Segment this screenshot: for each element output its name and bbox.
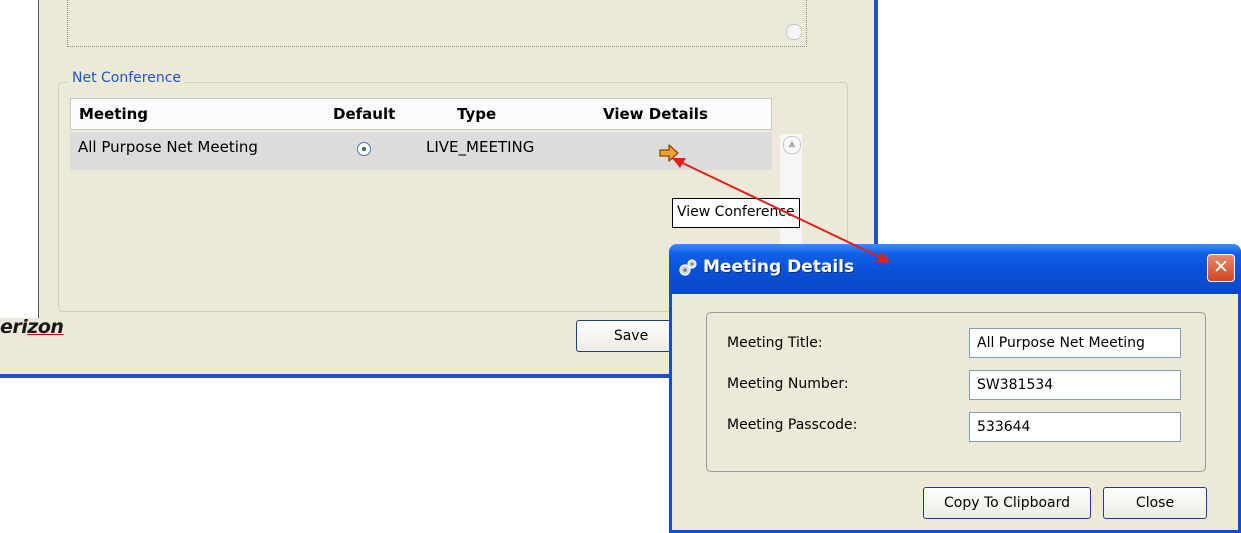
meeting-passcode-field[interactable]: 533644 xyxy=(969,412,1181,442)
close-button[interactable]: Close xyxy=(1103,487,1207,519)
copy-to-clipboard-button[interactable]: Copy To Clipboard xyxy=(923,487,1091,519)
brand-logo: erizon xyxy=(0,316,64,338)
column-header-meeting[interactable]: Meeting xyxy=(79,105,148,123)
app-icon xyxy=(679,259,697,276)
left-pane xyxy=(0,0,39,318)
grid-header: Meeting Default Type View Details xyxy=(70,98,772,130)
close-icon[interactable]: ✕ xyxy=(1207,254,1235,282)
meeting-name-cell: All Purpose Net Meeting xyxy=(78,138,258,156)
default-radio-icon[interactable] xyxy=(357,142,371,156)
fields-panel: Meeting Title: All Purpose Net Meeting M… xyxy=(706,312,1206,472)
meeting-title-field[interactable]: All Purpose Net Meeting xyxy=(969,328,1181,358)
column-header-view-details[interactable]: View Details xyxy=(603,105,708,123)
scroll-up-icon[interactable]: ▲ xyxy=(783,136,801,154)
meeting-title-label: Meeting Title: xyxy=(727,335,823,351)
net-conference-legend: Net Conference xyxy=(68,70,186,86)
table-row[interactable]: All Purpose Net Meeting LIVE_MEETING xyxy=(70,132,772,170)
column-header-default[interactable]: Default xyxy=(333,105,395,123)
meeting-passcode-label: Meeting Passcode: xyxy=(727,417,858,433)
meeting-number-label: Meeting Number: xyxy=(727,376,849,392)
dialog-title: Meeting Details xyxy=(703,257,855,277)
column-header-type[interactable]: Type xyxy=(457,105,496,123)
meeting-details-dialog: Meeting Details ✕ Meeting Title: All Pur… xyxy=(669,244,1241,533)
meeting-number-field[interactable]: SW381534 xyxy=(969,370,1181,400)
top-text-area[interactable] xyxy=(67,0,807,47)
view-conference-tooltip: View Conference xyxy=(672,198,800,228)
arrow-right-icon[interactable] xyxy=(658,142,680,164)
scroll-nub-icon[interactable] xyxy=(786,24,802,40)
dialog-titlebar[interactable]: Meeting Details ✕ xyxy=(669,244,1241,294)
meeting-type-cell: LIVE_MEETING xyxy=(426,138,535,156)
